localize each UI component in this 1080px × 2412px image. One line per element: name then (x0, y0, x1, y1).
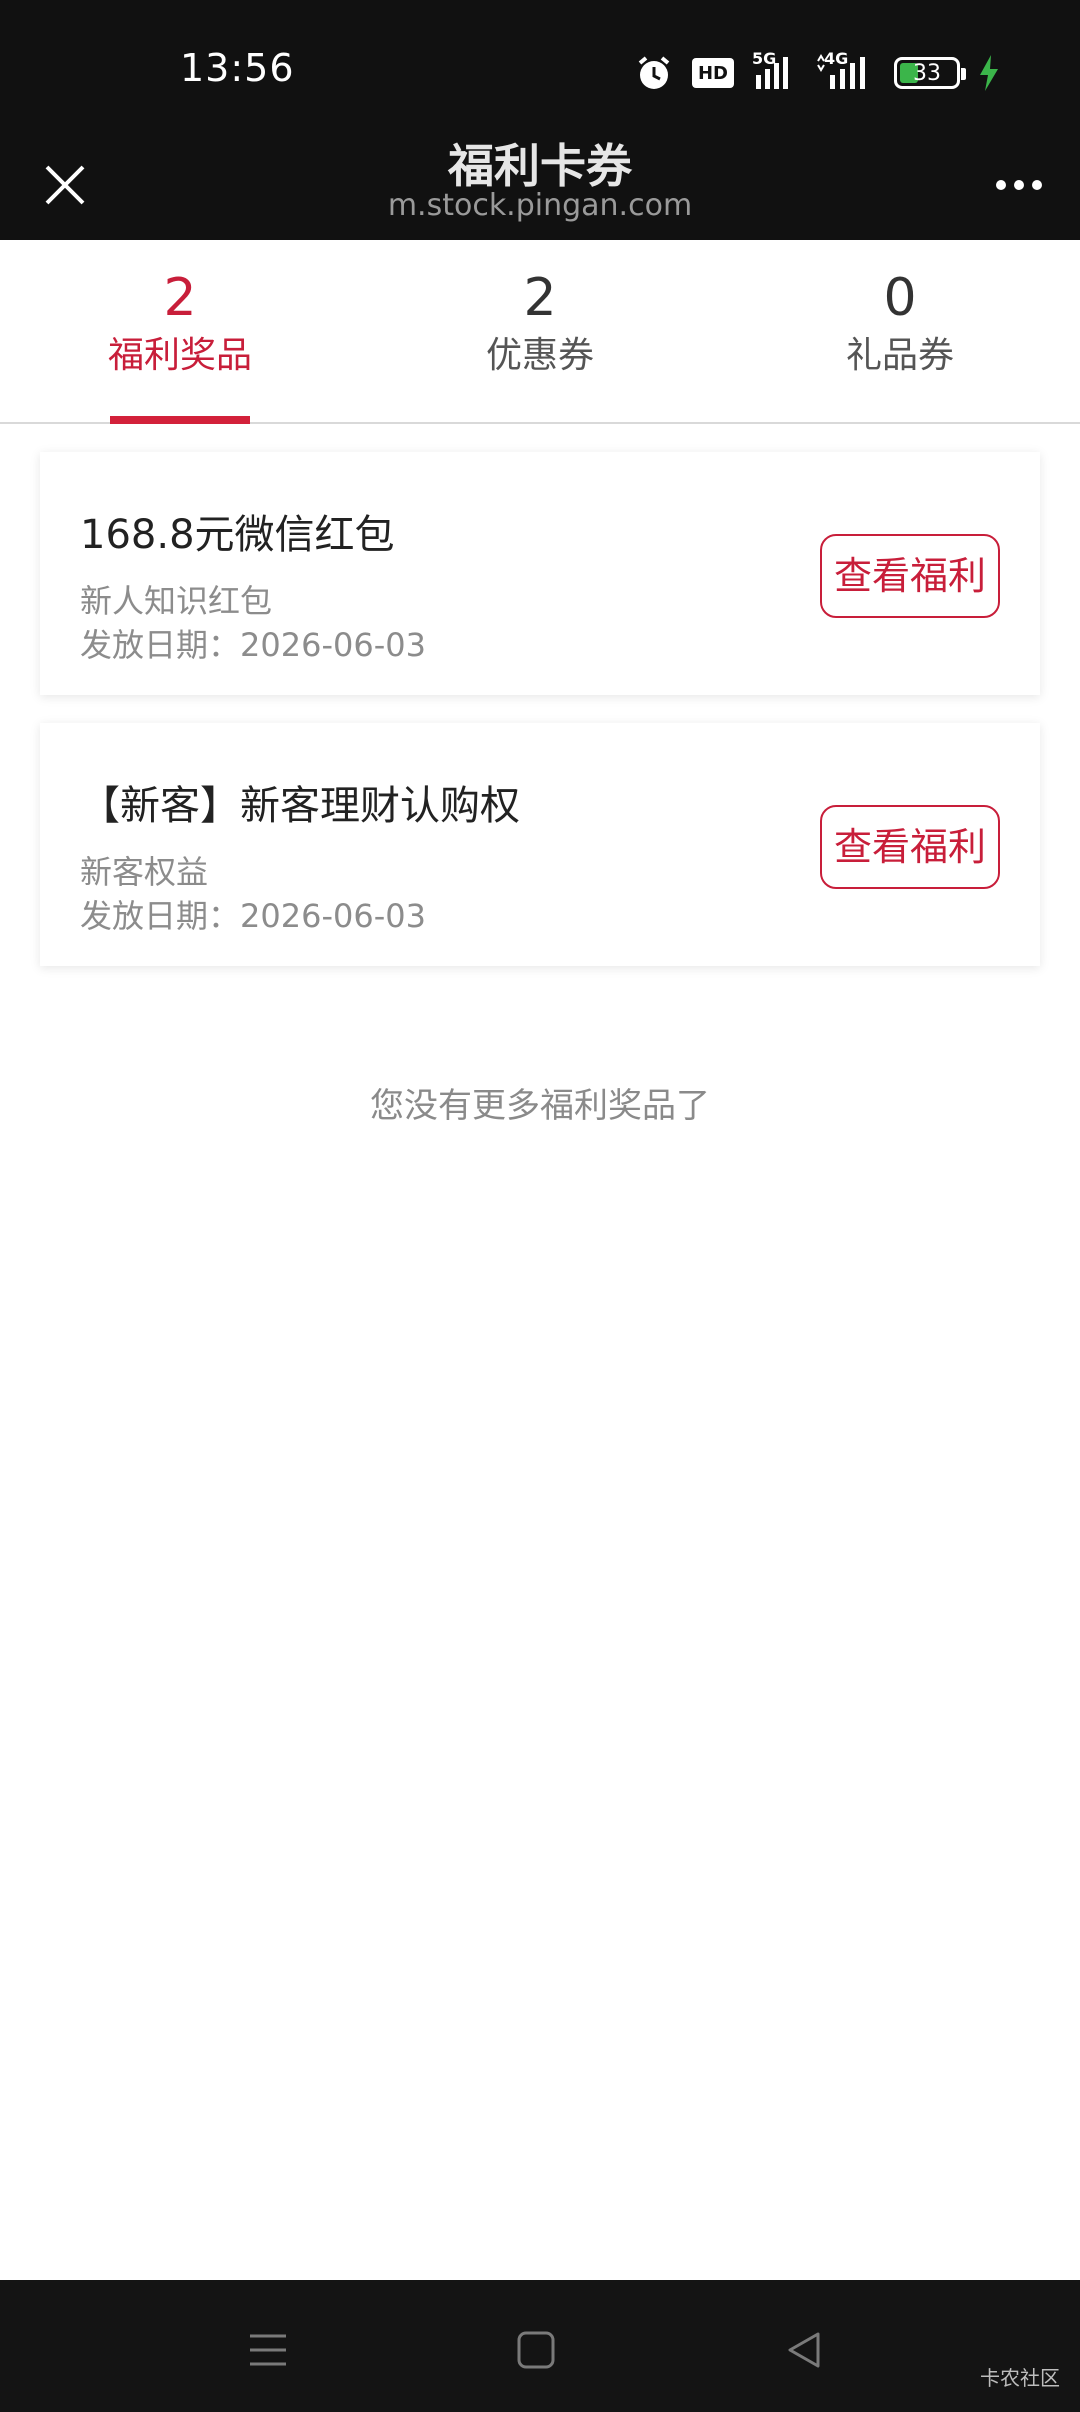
signal-4g-icon: 4G (816, 49, 876, 93)
hd-icon: HD (692, 58, 734, 88)
welfare-issue-date: 发放日期：2026-06-03 (80, 626, 426, 664)
more-dot-icon (996, 180, 1006, 190)
page-url: m.stock.pingan.com (387, 188, 693, 223)
back-triangle-icon (788, 2332, 820, 2368)
back-button[interactable] (764, 2310, 844, 2390)
more-dot-icon (1014, 180, 1024, 190)
welfare-description: 新人知识红包 (80, 582, 273, 620)
system-nav-bar: 卡农社区 (0, 2280, 1080, 2412)
view-welfare-button[interactable]: 查看福利 (820, 805, 1000, 889)
welfare-card: 【新客】新客理财认购权 新客权益 发放日期：2026-06-03 查看福利 (40, 723, 1040, 966)
status-time: 13:56 (180, 46, 295, 90)
welfare-name: 168.8元微信红包 (80, 512, 395, 558)
app-screen: 13:56 HD 5G 4G 33 福利卡券 m.stock.pingan.co… (0, 0, 1080, 2412)
welfare-description: 新客权益 (80, 853, 209, 891)
welfare-card: 168.8元微信红包 新人知识红包 发放日期：2026-06-03 查看福利 (40, 452, 1040, 695)
tab-count: 0 (883, 268, 917, 328)
tab-count: 2 (523, 268, 557, 328)
page-title: 福利卡券 (448, 139, 632, 193)
more-dot-icon (1032, 180, 1042, 190)
alarm-icon (634, 53, 674, 93)
signal-5g-icon: 5G (752, 49, 798, 93)
status-icons: HD 5G 4G 33 (634, 48, 1000, 98)
welfare-name: 【新客】新客理财认购权 (80, 783, 520, 829)
battery-icon: 33 (894, 57, 966, 89)
welfare-list: 168.8元微信红包 新人知识红包 发放日期：2026-06-03 查看福利 【… (0, 424, 1080, 966)
charging-icon (978, 55, 1000, 91)
tab-coupons[interactable]: 2 优惠券 (360, 240, 720, 422)
tab-gift-vouchers[interactable]: 0 礼品券 (720, 240, 1080, 422)
tab-bar: 2 福利奖品 2 优惠券 0 礼品券 (0, 240, 1080, 424)
tab-label: 礼品券 (845, 335, 954, 376)
home-button[interactable] (496, 2310, 576, 2390)
welfare-issue-date: 发放日期：2026-06-03 (80, 897, 426, 935)
status-bar: 13:56 HD 5G 4G 33 (0, 0, 1080, 130)
view-welfare-button[interactable]: 查看福利 (820, 534, 1000, 618)
no-more-items-note: 您没有更多福利奖品了 (370, 1086, 710, 1126)
recents-button[interactable] (228, 2310, 308, 2390)
tab-welfare-prizes[interactable]: 2 福利奖品 (0, 240, 360, 422)
battery-level: 33 (913, 60, 941, 86)
tab-count: 2 (163, 268, 197, 328)
menu-icon (250, 2334, 286, 2366)
home-square-icon (517, 2331, 555, 2369)
tab-label: 福利奖品 (107, 335, 252, 376)
more-menu-button[interactable] (984, 150, 1054, 220)
watermark: 卡农社区 (980, 2366, 1060, 2390)
tab-label: 优惠券 (485, 335, 594, 376)
webview-header: 福利卡券 m.stock.pingan.com (0, 130, 1080, 240)
